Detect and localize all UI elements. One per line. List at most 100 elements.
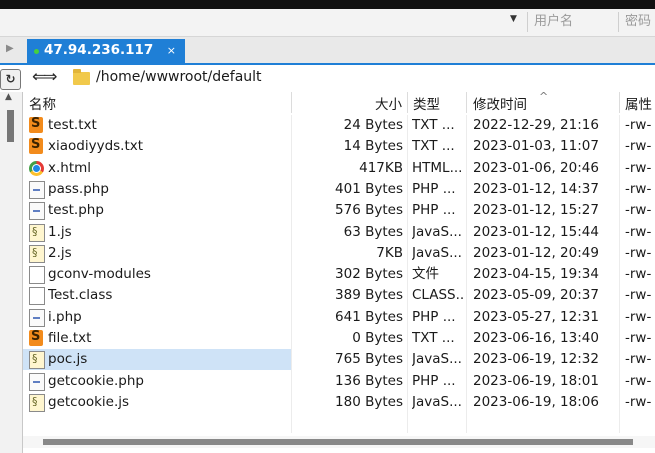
- back-forward-icon[interactable]: ⇐⇒: [32, 67, 57, 87]
- tab-session[interactable]: 47.94.236.117 ×: [27, 39, 185, 63]
- table-row[interactable]: file.txt 0 Bytes TXT ... 2023-06-16, 13:40 -…: [23, 328, 655, 349]
- tab-scroll-left-icon[interactable]: ▶: [6, 43, 14, 54]
- password-field[interactable]: 密码: [618, 12, 655, 32]
- file-size: 24 Bytes: [343, 117, 403, 133]
- sublime-icon: [29, 329, 43, 346]
- file-type: PHP ...: [412, 180, 456, 197]
- file-name: 2.js: [48, 244, 72, 261]
- file-modified: 2022-12-29, 21:16: [473, 117, 599, 133]
- js-file-icon: [29, 351, 45, 370]
- table-row[interactable]: 2.js 7KB JavaS... 2023-01-12, 20:49 -rw-: [23, 243, 655, 264]
- table-row[interactable]: getcookie.php 136 Bytes PHP ... 2023-06-19,…: [23, 371, 655, 392]
- php-file-icon: [29, 180, 45, 199]
- file-modified: 2023-01-12, 15:44: [473, 223, 599, 240]
- file-size: 389 Bytes: [335, 287, 403, 304]
- file-modified: 2023-05-09, 20:37: [473, 287, 599, 304]
- table-row[interactable]: test.php 576 Bytes PHP ... 2023-01-12, 15:2…: [23, 200, 655, 221]
- file-type: PHP ...: [412, 202, 456, 219]
- php-file-icon: [29, 202, 45, 221]
- file-modified: 2023-01-12, 14:37: [473, 180, 599, 197]
- scroll-up-icon[interactable]: ▲: [5, 92, 12, 102]
- file-attributes: -rw-: [625, 180, 652, 197]
- file-name: gconv-modules: [48, 266, 151, 283]
- file-attributes: -rw-: [625, 330, 652, 346]
- file-type: JavaS...: [412, 223, 462, 240]
- file-size: 401 Bytes: [335, 180, 403, 197]
- table-row[interactable]: gconv-modules 302 Bytes 文件 2023-04-15, 19:3…: [23, 264, 655, 285]
- file-modified: 2023-05-27, 12:31: [473, 308, 599, 325]
- file-type: 文件: [412, 266, 439, 283]
- file-attributes: -rw-: [625, 351, 652, 368]
- table-row[interactable]: poc.js 765 Bytes JavaS... 2023-06-19, 12:32…: [23, 349, 655, 371]
- php-file-icon: [29, 372, 45, 391]
- connection-status-icon: [34, 49, 39, 54]
- credentials-bar: ▼ 用户名 密码: [0, 9, 655, 37]
- table-row[interactable]: i.php 641 Bytes PHP ... 2023-05-27, 12:31 -r…: [23, 307, 655, 328]
- file-name: test.txt: [48, 117, 97, 133]
- file-name: file.txt: [48, 330, 92, 346]
- column-header: 名称 大小 类型 修改时间 ^ 属性: [23, 90, 655, 115]
- js-file-icon: [29, 393, 45, 412]
- sublime-icon: [29, 116, 43, 133]
- file-attributes: -rw-: [625, 202, 652, 219]
- file-attributes: -rw-: [625, 266, 652, 283]
- tab-close-icon[interactable]: ×: [167, 44, 176, 57]
- refresh-icon[interactable]: ↻: [0, 69, 21, 90]
- file-name: i.php: [48, 308, 82, 325]
- file-name: getcookie.js: [48, 393, 130, 410]
- column-name[interactable]: 名称: [29, 95, 56, 115]
- file-attributes: -rw-: [625, 372, 652, 389]
- js-file-icon: [29, 223, 45, 242]
- path-input[interactable]: /home/wwwroot/default: [96, 69, 262, 85]
- file-modified: 2023-01-12, 15:27: [473, 202, 599, 219]
- scrollbar-thumb[interactable]: [7, 110, 14, 142]
- file-modified: 2023-04-15, 19:34: [473, 266, 599, 283]
- sublime-icon: [29, 137, 43, 155]
- file-attributes: -rw-: [625, 159, 652, 176]
- table-row[interactable]: xiaodiyyds.txt 14 Bytes TXT ... 2023-01-03,…: [23, 136, 655, 157]
- file-name: test.php: [48, 202, 104, 219]
- file-modified: 2023-06-19, 12:32: [473, 351, 599, 368]
- table-row[interactable]: Test.class 389 Bytes CLASS... 2023-05-09, 2…: [23, 285, 655, 306]
- table-row[interactable]: getcookie.js 180 Bytes JavaS... 2023-06-19,…: [23, 392, 655, 413]
- file-name: Test.class: [48, 287, 113, 304]
- file-name: x.html: [48, 159, 92, 176]
- host-dropdown-arrow-icon[interactable]: ▼: [510, 14, 517, 24]
- left-scrollbar[interactable]: ▲: [0, 92, 23, 453]
- file-list: 名称 大小 类型 修改时间 ^ 属性 test.txt 24 Bytes TXT .…: [23, 90, 655, 453]
- tab-title: 47.94.236.117: [44, 42, 154, 58]
- blank-file-icon: [29, 287, 45, 306]
- file-size: 576 Bytes: [335, 202, 403, 219]
- js-file-icon: [29, 244, 45, 263]
- file-size: 765 Bytes: [335, 351, 403, 368]
- chrome-icon: [29, 160, 44, 176]
- column-modified[interactable]: 修改时间: [473, 95, 527, 115]
- file-type: JavaS...: [412, 244, 462, 261]
- table-row[interactable]: pass.php 401 Bytes PHP ... 2023-01-12, 14:3…: [23, 179, 655, 200]
- file-type: PHP ...: [412, 372, 456, 389]
- path-bar: ↻ ⇐⇒ /home/wwwroot/default: [0, 63, 655, 94]
- table-row[interactable]: x.html 417KB HTML... 2023-01-06, 20:46 -rw-: [23, 158, 655, 179]
- tab-bar: ▶ 47.94.236.117 ×: [0, 37, 655, 63]
- table-row[interactable]: 1.js 63 Bytes JavaS... 2023-01-12, 15:44 -rw…: [23, 222, 655, 243]
- table-row[interactable]: test.txt 24 Bytes TXT ... 2022-12-29, 21:16…: [23, 115, 655, 136]
- blank-file-icon: [29, 266, 45, 285]
- file-name: getcookie.php: [48, 372, 144, 389]
- column-type[interactable]: 类型: [413, 95, 440, 115]
- column-attributes[interactable]: 属性: [625, 95, 652, 115]
- file-size: 180 Bytes: [335, 393, 403, 410]
- file-size: 14 Bytes: [343, 138, 403, 155]
- column-size[interactable]: 大小: [375, 95, 402, 115]
- username-field[interactable]: 用户名: [527, 12, 614, 32]
- file-name: poc.js: [48, 351, 88, 368]
- horizontal-scrollbar[interactable]: [23, 436, 655, 448]
- file-attributes: -rw-: [625, 223, 652, 240]
- file-size: 641 Bytes: [335, 308, 403, 325]
- file-type: TXT ...: [412, 117, 455, 133]
- file-attributes: -rw-: [625, 287, 652, 304]
- file-modified: 2023-01-06, 20:46: [473, 159, 599, 176]
- file-type: HTML...: [412, 159, 463, 176]
- scrollbar-thumb[interactable]: [43, 439, 633, 445]
- sort-ascending-icon: ^: [539, 90, 549, 103]
- file-attributes: -rw-: [625, 393, 652, 410]
